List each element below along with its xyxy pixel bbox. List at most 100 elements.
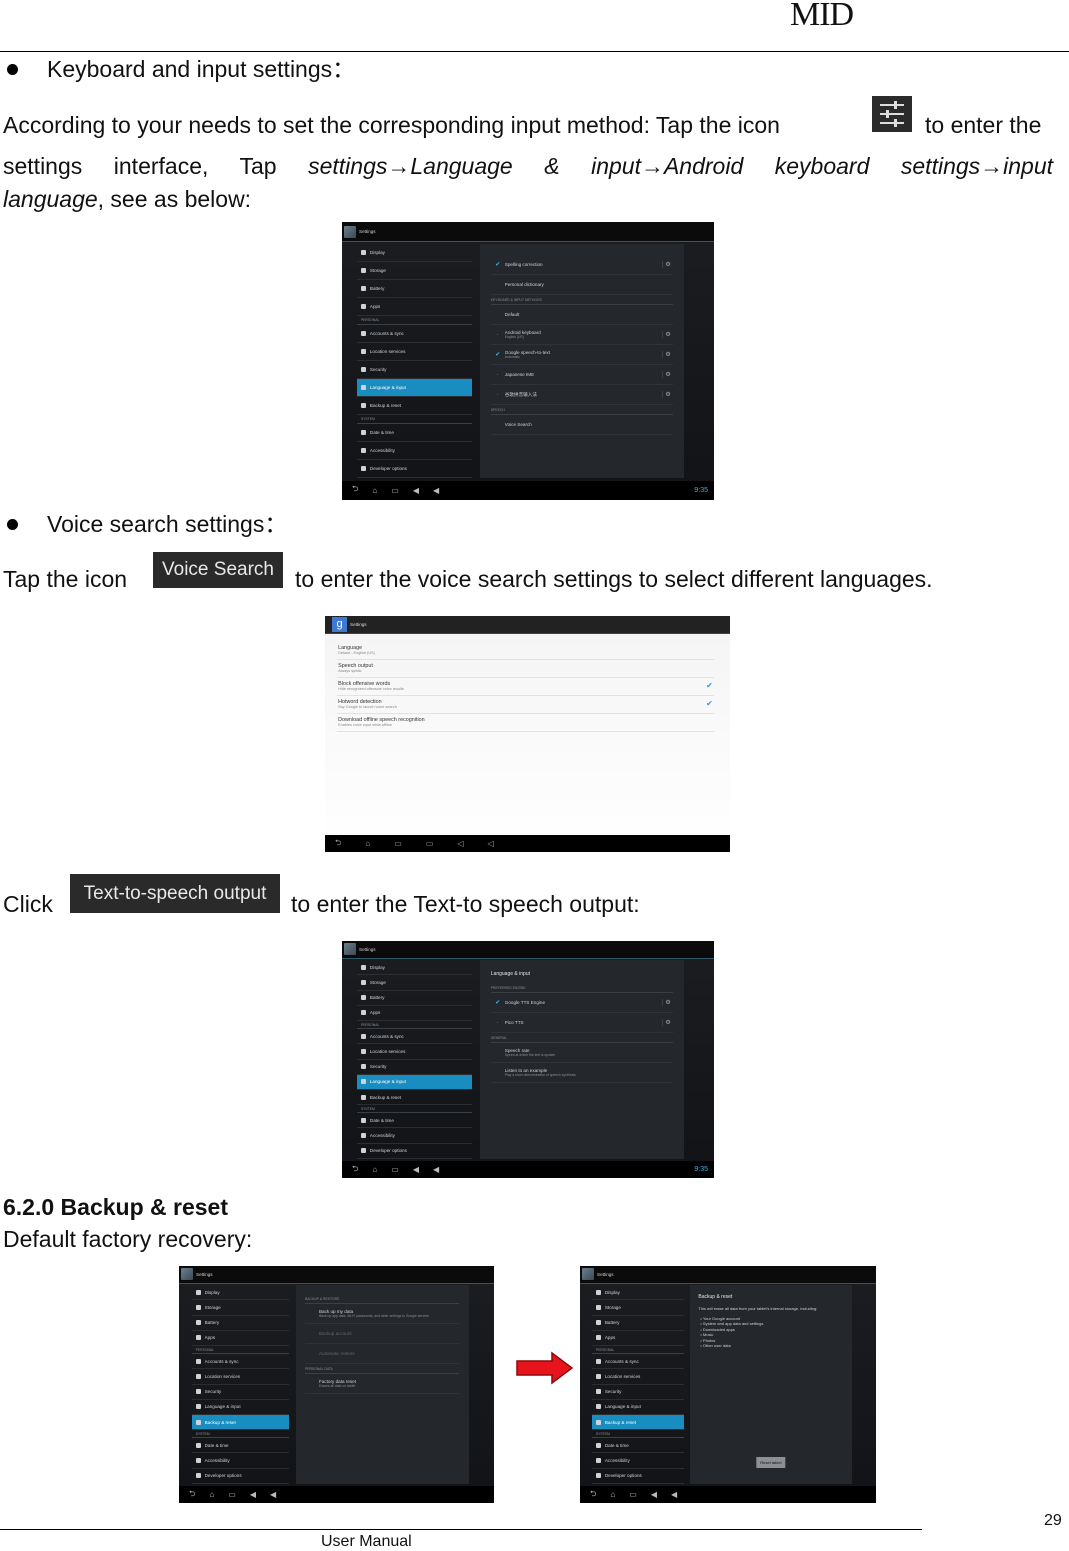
panel-item-text: Pico TTS (505, 1020, 662, 1025)
sidebar-item: Accessibility (591, 1453, 684, 1469)
settings-detail-panel: Language & input PREFERRED ENGINE ✔ Google … (479, 959, 685, 1160)
panel-item-summary: Back up app data, Wi-Fi passwords, and o… (318, 1314, 429, 1319)
sidebar-item: Language & input (191, 1400, 290, 1416)
paragraph-line: Click (3, 891, 53, 917)
home-icon: ⌂ (372, 485, 378, 495)
settings-icon: ⚙ (662, 351, 673, 359)
sidebar-item-icon (195, 1373, 201, 1379)
path-input: input (1003, 153, 1054, 179)
sidebar-item-label: Backup & reset (204, 1419, 236, 1425)
app-bar: Settings (179, 1266, 494, 1284)
paragraph-line: language, see as below: (3, 185, 251, 213)
sidebar-item: Accounts & sync (356, 325, 473, 344)
list-item: Block offensive words Hide recognized off… (337, 678, 714, 696)
sidebar-item-label: Date & time (369, 1117, 394, 1123)
sidebar-item: Display (356, 960, 473, 976)
sidebar-item: Display (191, 1285, 290, 1301)
panel-item: Automatic restore (304, 1344, 460, 1365)
sidebar-item-label: Date & time (204, 1442, 229, 1448)
sidebar-section-header: PERSONAL (356, 1021, 473, 1029)
sidebar-item-label: Battery (204, 1320, 220, 1326)
list-item-summary: Always speak (338, 668, 362, 673)
red-arrow-icon (516, 1351, 574, 1390)
sidebar-item-label: Accounts & sync (369, 331, 404, 337)
app-title: Settings (196, 1271, 213, 1277)
panel-item-text: Back up my data Back up app data, Wi-Fi p… (319, 1309, 459, 1318)
header-title: MID (790, 0, 854, 33)
sidebar-item-icon (360, 1133, 366, 1139)
sidebar-item-icon (360, 331, 366, 337)
sidebar-item-icon (195, 1389, 201, 1395)
sidebar-item-icon (595, 1442, 601, 1448)
back-icon: ⮌ (590, 1488, 597, 1498)
sidebar-item: Location services (356, 1044, 473, 1060)
panel-section-header: PERSONAL DATA (304, 1364, 460, 1375)
sidebar-item-icon (360, 286, 366, 292)
panel-item: Personal dictionary (490, 275, 674, 296)
sidebar-item-icon (360, 995, 366, 1001)
checkbox-icon: · (496, 391, 499, 398)
panel-section-header: KEYBOARD & INPUT METHODS (490, 295, 674, 306)
panel-item-title: 谷歌拼音输入法 (504, 391, 537, 397)
sidebar-item-label: Accessibility (604, 1458, 630, 1464)
sidebar-item-label: Location services (369, 349, 406, 354)
paragraph-line: Tap the icon (3, 566, 128, 592)
panel-item: ✔ Spelling correction ⚙ (490, 255, 674, 276)
recent-apps-icon: ▭ (394, 839, 402, 849)
app-bar: Settings (580, 1266, 876, 1284)
paragraph-line: to enter the (925, 112, 1042, 138)
sidebar-item-icon (195, 1335, 201, 1341)
recent-apps-icon: ▭ (629, 1490, 637, 1500)
system-nav-bar: ⮌ ⌂ ▭ ◀ ◀ 9:35 (342, 1161, 714, 1178)
panel-item-title: Pico TTS (504, 1020, 524, 1026)
sidebar-item: Developer options (356, 1144, 473, 1160)
settings-app-icon (582, 1268, 594, 1281)
sidebar-item-label: Location services (369, 1048, 406, 1054)
panel-item-title: Automatic restore (318, 1351, 355, 1357)
section-subheading: Default factory recovery: (3, 1226, 253, 1252)
back-icon: ⮌ (352, 1163, 359, 1173)
panel-item-text: Default (505, 312, 673, 317)
volume-up-icon: ◀ (670, 1490, 678, 1500)
footer-divider (0, 1529, 922, 1530)
panel-item-title: Spelling correction (504, 262, 543, 268)
page-number: 29 (1044, 1512, 1062, 1529)
system-nav-bar: ⮌ ⌂ ▭ ◀ ◀ (580, 1486, 876, 1503)
sidebar-item-icon (595, 1320, 601, 1326)
panel-item-title: Personal dictionary (504, 282, 544, 288)
sidebar-item: Location services (191, 1369, 290, 1385)
settings-icon: ⚙ (662, 371, 673, 379)
sidebar-item: Accessibility (191, 1453, 290, 1469)
sidebar-item-label: Display (369, 250, 385, 256)
sidebar-item-label: Security (369, 1064, 387, 1070)
sidebar-item: Backup & reset (356, 397, 473, 415)
settings-icon: ⚙ (662, 999, 673, 1007)
sidebar-section-header: SYSTEM (191, 1430, 290, 1439)
sidebar-section-header: SYSTEM (591, 1430, 684, 1439)
list-item-summary: Say Google to launch voice search (338, 704, 397, 709)
sidebar-item: Accounts & sync (591, 1354, 684, 1370)
back-icon: ⮌ (335, 837, 342, 847)
sidebar-item-label: Display (604, 1289, 620, 1295)
settings-app-icon (181, 1268, 193, 1281)
sidebar-item-label: Battery (369, 286, 385, 292)
app-title: Settings (597, 1271, 614, 1277)
sidebar-item-label: Location services (204, 1373, 241, 1379)
sidebar-item-label: Language & input (369, 1079, 406, 1085)
google-icon: g (332, 616, 347, 632)
sidebar-item-label: Developer options (369, 465, 407, 471)
home-icon: ⌂ (365, 839, 371, 849)
sidebar-item: Storage (356, 975, 473, 991)
sidebar-item-icon (195, 1442, 201, 1448)
panel-item: · 谷歌拼音输入法 ⚙ (490, 385, 674, 406)
sidebar-item: Battery (591, 1316, 684, 1331)
sidebar-item: Accounts & sync (356, 1029, 473, 1045)
section-bullet-voice: Voice search settings： (47, 511, 288, 537)
sidebar-item-label: Developer options (204, 1473, 242, 1479)
sidebar-item: Battery (356, 991, 473, 1006)
section-bullet-keyboard: Keyboard and input settings： (47, 56, 356, 82)
panel-item: Speech rate Speed at which the text is sp… (490, 1043, 674, 1064)
recent-apps-icon: ▭ (228, 1490, 236, 1500)
panel-item-text: Backup account (319, 1331, 459, 1336)
paragraph-line: to enter the voice search settings to se… (295, 566, 933, 592)
